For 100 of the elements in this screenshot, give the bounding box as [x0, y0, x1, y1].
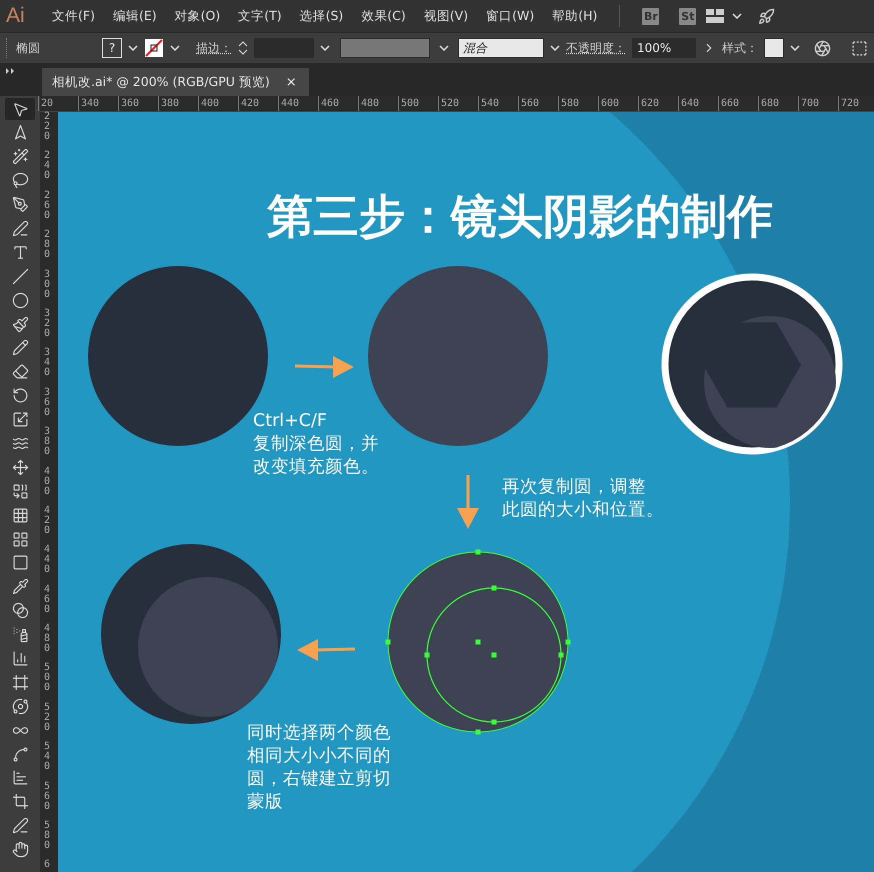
line-icon — [12, 268, 28, 285]
magic-wand-icon — [12, 148, 28, 166]
ruler-label: 280 — [44, 230, 52, 262]
menu-item[interactable]: 选择(S) — [292, 8, 354, 24]
ruler-label: 580 — [44, 821, 52, 854]
ruler-label: 360 — [118, 96, 158, 111]
ruler-label: 460 — [44, 584, 52, 617]
move-icon — [12, 458, 28, 476]
menu-item[interactable]: 文件(F) — [44, 8, 105, 24]
ruler-label: 520 — [44, 702, 52, 735]
crop-icon — [12, 793, 28, 810]
ruler-label: 340 — [78, 96, 118, 111]
ruler-label: 660 — [718, 96, 758, 111]
ruler-label: 220 — [44, 112, 52, 144]
caret-icon — [790, 45, 800, 51]
ellipse-icon — [12, 292, 28, 309]
step-title: 第三步：镜头阴影的制作 — [267, 188, 773, 245]
caption-text: Ctrl+C/F 复制深色圆，并 改变填充颜色。 — [253, 410, 379, 479]
caret-icon — [320, 45, 330, 51]
orbit-icon — [12, 698, 28, 715]
caret-icon — [170, 45, 180, 51]
opacity-label[interactable]: 不透明度： — [566, 40, 626, 56]
brush-icon — [12, 316, 28, 333]
ruler-label: 620 — [638, 96, 678, 111]
workspace-layout-icon[interactable] — [706, 9, 724, 23]
ruler-label: 400 — [44, 466, 52, 499]
menu-item[interactable]: 效果(C) — [353, 8, 416, 24]
menu-item[interactable]: 帮助(H) — [544, 8, 608, 24]
ruler-label: 700 — [798, 96, 838, 111]
object-type-label: 椭圆 — [16, 40, 41, 56]
menu-item[interactable]: 编辑(E) — [104, 8, 167, 24]
ruler-label: 480 — [358, 96, 398, 111]
blend-mode-dropdown[interactable]: 混合 — [458, 38, 544, 58]
document-tab[interactable]: 相机改.ai* @ 200% (RGB/GPU 预览) × — [42, 68, 309, 96]
blend-icon — [12, 602, 28, 620]
stroke-label[interactable]: 描边： — [196, 40, 232, 56]
ruler-label: 440 — [44, 545, 52, 578]
caret-icon — [550, 45, 560, 51]
ruler-label: 500 — [398, 96, 438, 111]
panel-collapse-icon[interactable] — [6, 68, 16, 74]
menu-item[interactable]: 视图(V) — [416, 8, 478, 24]
ruler-label: 540 — [44, 742, 52, 774]
ruler-label: 340 — [44, 348, 52, 380]
app-switch-button[interactable]: St — [679, 8, 696, 24]
opacity-field[interactable]: 100% — [632, 38, 696, 58]
ruler-label: 640 — [678, 96, 718, 111]
ruler-label: 440 — [278, 96, 318, 111]
spline-icon — [12, 746, 28, 763]
left-arrow — [297, 639, 356, 661]
ruler-label: 720 — [838, 96, 874, 111]
bar-chart-icon — [12, 769, 28, 786]
ruler-label: 240 — [44, 151, 52, 184]
caption-text: 同时选择两个颜色 相同大小小不同的 圆，右键建立剪切 蒙版 — [247, 722, 391, 814]
menu-item[interactable]: 文字(T) — [230, 8, 292, 24]
variable-width-field[interactable] — [340, 38, 430, 58]
type-icon — [12, 244, 28, 261]
ruler-label: 480 — [44, 624, 52, 656]
pencil-icon — [12, 339, 28, 356]
pen-icon — [12, 817, 28, 834]
menu-item[interactable]: 窗口(W) — [478, 8, 544, 24]
hand-icon — [12, 841, 28, 858]
ruler-label: 300 — [44, 270, 52, 302]
rotate-icon — [12, 387, 28, 404]
dashed-square-icon[interactable] — [851, 40, 868, 56]
caret-icon — [128, 45, 138, 51]
rocket-icon[interactable] — [758, 8, 776, 24]
stroke-none-swatch[interactable] — [144, 38, 164, 58]
ruler-label: 560 — [44, 782, 52, 814]
ruler-label: 20 — [38, 96, 78, 111]
ruler-label: 460 — [318, 96, 358, 111]
ruler-label: 600 — [598, 96, 638, 111]
app-switch-button[interactable]: Br — [642, 8, 660, 24]
eyedropper-icon — [12, 578, 28, 596]
aperture-icon[interactable] — [814, 40, 831, 56]
stepper-icon[interactable] — [238, 39, 248, 57]
close-tab-button[interactable]: × — [286, 74, 297, 90]
menu-item[interactable]: 对象(O) — [166, 8, 230, 24]
right-arrow — [294, 356, 354, 378]
grid-icon — [12, 506, 28, 524]
ruler-label: 6 — [44, 860, 52, 872]
style-label: 样式： — [722, 40, 758, 56]
caret-icon — [439, 45, 449, 51]
fill-swatch[interactable]: ? — [102, 38, 122, 58]
frame-icon — [12, 674, 28, 691]
down-arrow — [457, 475, 479, 529]
ruler-label: 580 — [558, 96, 598, 111]
ruler-label: 420 — [238, 96, 278, 111]
arrow-pointer-icon — [12, 100, 28, 118]
ruler-label: 680 — [758, 96, 798, 111]
ruler-label: 380 — [44, 427, 52, 460]
ruler-label: 500 — [44, 663, 52, 696]
ruler-label: 360 — [44, 388, 52, 420]
ruler-label: 540 — [478, 96, 518, 111]
eraser-icon — [12, 363, 28, 380]
ruler-label: 420 — [44, 506, 52, 538]
column-chart-icon — [12, 650, 28, 667]
style-swatch[interactable] — [764, 38, 784, 58]
ruler-label: 520 — [438, 96, 478, 111]
ruler-label: 320 — [44, 308, 52, 341]
caret-icon — [732, 13, 742, 19]
